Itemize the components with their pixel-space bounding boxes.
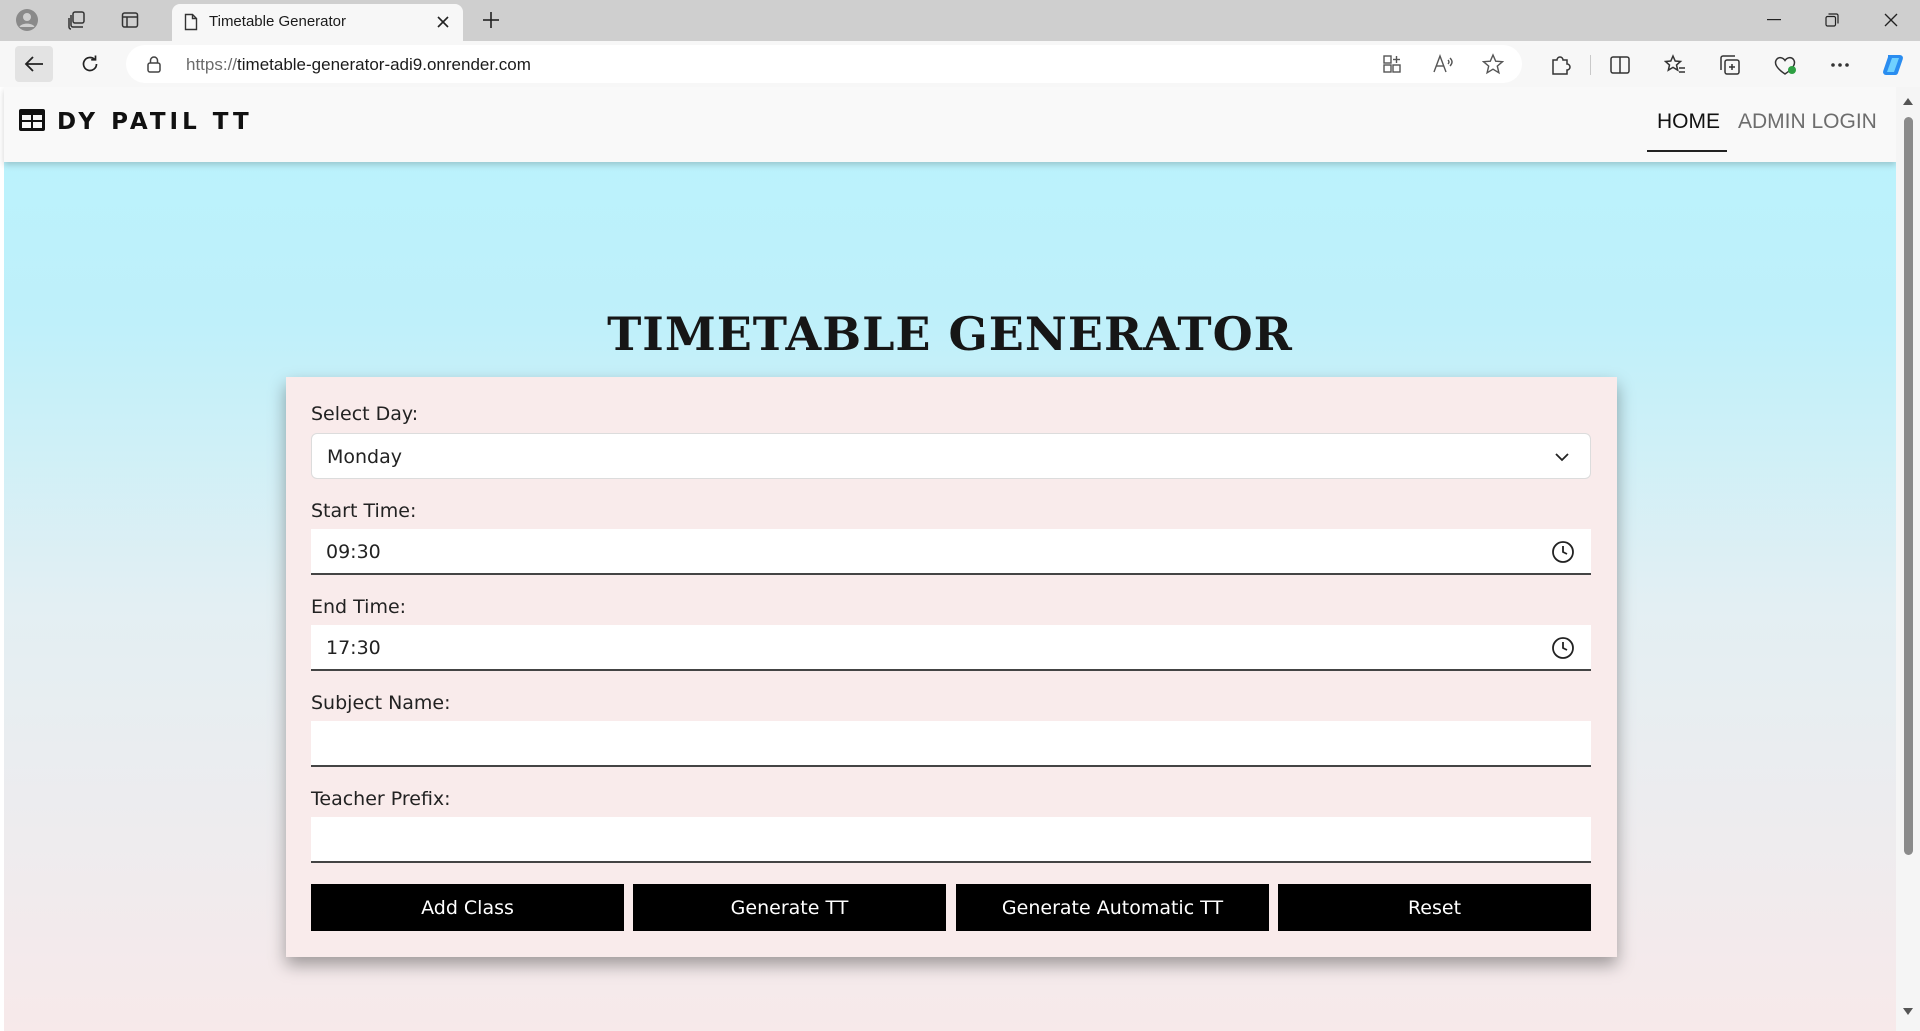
teacher-prefix-input[interactable]	[311, 817, 1591, 863]
add-class-button[interactable]: Add Class	[311, 884, 624, 931]
scroll-down-icon[interactable]	[1902, 1005, 1914, 1017]
back-icon[interactable]	[15, 46, 53, 82]
subject-name-label: Subject Name:	[311, 692, 451, 714]
start-time-value: 09:30	[326, 541, 381, 563]
app-available-icon[interactable]	[1380, 53, 1404, 75]
profile-icon[interactable]	[12, 6, 42, 34]
address-bar[interactable]: https://timetable-generator-adi9.onrende…	[126, 45, 1522, 83]
read-aloud-icon[interactable]	[1431, 53, 1455, 75]
teacher-prefix-label: Teacher Prefix:	[311, 788, 451, 810]
browser-toolbar: https://timetable-generator-adi9.onrende…	[0, 41, 1920, 87]
select-day-label: Select Day:	[311, 403, 419, 425]
day-select[interactable]: Monday	[311, 433, 1591, 479]
close-tab-icon[interactable]	[433, 12, 453, 32]
page-scrollbar[interactable]	[1896, 87, 1920, 1031]
reset-button[interactable]: Reset	[1278, 884, 1591, 931]
page-background: DY PATIL TT HOME ADMIN LOGIN TIMETABLE G…	[4, 87, 1896, 1031]
minimize-icon[interactable]	[1745, 0, 1803, 40]
site-navbar: DY PATIL TT HOME ADMIN LOGIN	[4, 87, 1896, 162]
clock-icon[interactable]	[1551, 636, 1575, 660]
page-icon	[184, 13, 198, 35]
more-options-icon[interactable]	[1827, 53, 1853, 77]
copilot-icon[interactable]	[1880, 53, 1906, 77]
close-window-icon[interactable]	[1862, 0, 1920, 40]
generate-tt-button[interactable]: Generate TT	[633, 884, 946, 931]
start-time-input[interactable]: 09:30	[311, 529, 1591, 575]
active-link-indicator	[1647, 150, 1727, 152]
clock-icon[interactable]	[1551, 540, 1575, 564]
table-icon	[19, 109, 45, 135]
chevron-down-icon	[1550, 445, 1574, 469]
vertical-tabs-icon[interactable]	[115, 6, 145, 34]
start-time-label: Start Time:	[311, 500, 417, 522]
end-time-label: End Time:	[311, 596, 407, 618]
brand-name: DY PATIL TT	[57, 109, 253, 135]
nav-link-admin-login[interactable]: ADMIN LOGIN	[1738, 110, 1877, 134]
favorite-star-icon[interactable]	[1481, 53, 1505, 75]
tab-title: Timetable Generator	[209, 13, 347, 30]
nav-link-home[interactable]: HOME	[1657, 110, 1720, 134]
extensions-icon[interactable]	[1547, 53, 1573, 77]
generate-automatic-tt-button[interactable]: Generate Automatic TT	[956, 884, 1269, 931]
subject-name-input[interactable]	[311, 721, 1591, 767]
browser-essentials-icon[interactable]	[1772, 53, 1798, 77]
day-select-value: Monday	[327, 446, 403, 468]
browser-tab-strip: Timetable Generator	[0, 0, 1920, 41]
reload-icon[interactable]	[71, 46, 109, 82]
end-time-value: 17:30	[326, 637, 381, 659]
workspaces-icon[interactable]	[62, 6, 92, 34]
tab-timetable-generator[interactable]: Timetable Generator	[172, 4, 463, 41]
new-tab-icon[interactable]	[476, 6, 506, 34]
favorites-icon[interactable]	[1662, 53, 1688, 77]
page-viewport: DY PATIL TT HOME ADMIN LOGIN TIMETABLE G…	[0, 87, 1920, 1031]
brand[interactable]: DY PATIL TT	[19, 109, 253, 135]
timetable-form: Select Day: Monday Start Time: 09:30 End…	[286, 377, 1617, 957]
page-title: TIMETABLE GENERATOR	[607, 307, 1293, 361]
collections-icon[interactable]	[1717, 53, 1743, 77]
lock-icon[interactable]	[146, 55, 162, 77]
scrollbar-thumb[interactable]	[1904, 117, 1913, 855]
url-text[interactable]: https://timetable-generator-adi9.onrende…	[186, 55, 531, 75]
scroll-up-icon[interactable]	[1902, 95, 1914, 107]
restore-icon[interactable]	[1803, 0, 1861, 40]
toolbar-divider	[1590, 55, 1591, 75]
end-time-input[interactable]: 17:30	[311, 625, 1591, 671]
split-screen-icon[interactable]	[1607, 53, 1633, 77]
